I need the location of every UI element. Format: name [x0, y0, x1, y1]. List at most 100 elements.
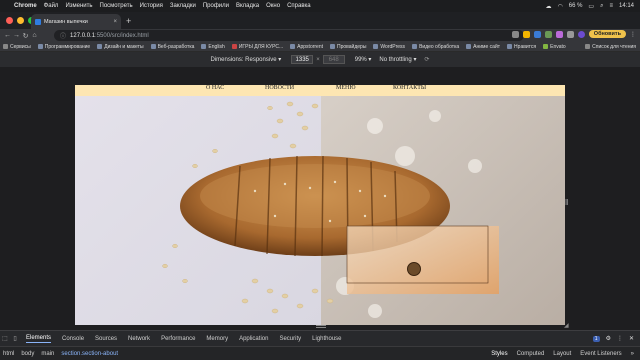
- menu-help[interactable]: Справка: [287, 3, 311, 9]
- extension-icon[interactable]: [544, 30, 552, 38]
- nav-contacts[interactable]: КОНТАКТЫ: [393, 85, 426, 91]
- tab-memory[interactable]: Memory: [206, 336, 228, 342]
- breadcrumb-html[interactable]: html: [3, 351, 14, 357]
- control-center-icon[interactable]: ≡: [609, 3, 613, 9]
- zoom-select[interactable]: 99% ▾: [355, 56, 372, 63]
- search-icon[interactable]: ⌕: [600, 3, 603, 10]
- cloud-icon[interactable]: ☁: [545, 3, 551, 10]
- menu-edit[interactable]: Изменить: [65, 3, 92, 9]
- folder-icon: [412, 44, 418, 49]
- viewport-corner-resize-icon[interactable]: ◢: [564, 322, 569, 329]
- viewport-bottom-resize-handle[interactable]: [316, 325, 326, 328]
- breadcrumb-body[interactable]: body: [21, 351, 34, 357]
- rotate-icon[interactable]: ⟳: [424, 56, 429, 63]
- more-tabs-icon[interactable]: »: [631, 351, 634, 357]
- tab-computed[interactable]: Computed: [517, 351, 545, 357]
- bookmark-folder[interactable]: Аниме сайт: [466, 44, 500, 50]
- new-tab-button[interactable]: +: [126, 16, 131, 26]
- breadcrumb-section[interactable]: section.section-about: [61, 351, 118, 357]
- video-play-button[interactable]: [407, 262, 421, 276]
- toolbar-extensions: Обновить ⋮: [511, 30, 636, 38]
- menu-view[interactable]: Посмотреть: [100, 3, 133, 9]
- battery-icon[interactable]: ▭: [588, 3, 594, 10]
- tab-active[interactable]: Магазин выпечки ×: [31, 14, 121, 29]
- profile-avatar[interactable]: [577, 30, 585, 38]
- reading-list-icon: [585, 44, 591, 49]
- star-bookmark-icon[interactable]: [522, 30, 530, 38]
- bookmark-folder[interactable]: English: [201, 44, 225, 50]
- tab-network[interactable]: Network: [128, 336, 150, 342]
- nav-about[interactable]: О НАС: [206, 85, 224, 91]
- close-devtools-icon[interactable]: ✕: [629, 335, 634, 342]
- dimensions-select[interactable]: Dimensions: Responsive ▾: [211, 56, 282, 63]
- reading-list[interactable]: Список для чтения: [585, 44, 636, 50]
- bookmark-label: Аниме сайт: [473, 43, 501, 50]
- bookmark-item[interactable]: ИГРЫ ДЛЯ КУРС...: [231, 44, 283, 50]
- inspect-element-icon[interactable]: ⬚: [0, 335, 10, 342]
- menu-file[interactable]: Файл: [44, 3, 59, 9]
- back-icon[interactable]: ←: [3, 32, 12, 39]
- width-input[interactable]: 1335: [291, 55, 314, 64]
- menu-window[interactable]: Окно: [266, 3, 280, 9]
- more-options-icon[interactable]: ⋮: [617, 335, 623, 342]
- bookmark-folder[interactable]: Провайдеры: [330, 44, 366, 50]
- nav-menu[interactable]: МЕНЮ: [336, 85, 356, 91]
- bookmark-folder[interactable]: WordPress: [373, 44, 405, 50]
- menu-bookmarks[interactable]: Закладки: [170, 3, 196, 9]
- tab-security[interactable]: Security: [279, 336, 301, 342]
- tab-styles[interactable]: Styles: [491, 351, 507, 357]
- more-menu-icon[interactable]: ⋮: [630, 31, 636, 38]
- bookmark-folder[interactable]: Дизайн и макеты: [97, 43, 144, 50]
- tab-lighthouse[interactable]: Lighthouse: [312, 336, 341, 342]
- bookmark-folder[interactable]: Видео обработка: [412, 44, 459, 50]
- viewport-resize-handle[interactable]: ‖: [565, 198, 571, 210]
- height-input[interactable]: 648: [322, 55, 345, 64]
- wifi-icon[interactable]: ◠: [557, 3, 562, 10]
- game-icon: [231, 44, 237, 49]
- extension-icon[interactable]: [533, 30, 541, 38]
- tab-performance[interactable]: Performance: [161, 336, 195, 342]
- tab-event-listeners[interactable]: Event Listeners: [580, 351, 621, 357]
- site-info-icon[interactable]: ⓘ: [60, 31, 66, 40]
- bookmark-item[interactable]: Сервисы: [3, 44, 31, 50]
- status-area: ☁ ◠ 66 % ▭ ⌕ ≡ 14:14: [545, 3, 640, 10]
- address-bar[interactable]: ⓘ 127.0.0.1 :5500 /src/index.html: [54, 30, 524, 41]
- puzzle-extensions-icon[interactable]: [566, 30, 574, 38]
- nav-news[interactable]: НОВОСТИ: [265, 85, 294, 91]
- tab-strip: Магазин выпечки × +: [0, 12, 640, 29]
- home-icon[interactable]: ⌂: [30, 32, 39, 39]
- hero-bread-image: [75, 96, 565, 325]
- extension-icon[interactable]: [555, 30, 563, 38]
- issues-badge[interactable]: 1: [592, 335, 600, 342]
- tab-console[interactable]: Console: [62, 336, 84, 342]
- close-window-icon[interactable]: [6, 17, 13, 24]
- minimize-window-icon[interactable]: [17, 17, 24, 24]
- tab-sources[interactable]: Sources: [95, 336, 117, 342]
- settings-gear-icon[interactable]: ⚙: [606, 335, 611, 342]
- tab-layout[interactable]: Layout: [553, 351, 571, 357]
- clock[interactable]: 14:14: [619, 3, 634, 9]
- menu-history[interactable]: История: [140, 3, 163, 9]
- devtools-bottom-bar: html body main section.section-about Sty…: [0, 346, 640, 360]
- menu-tab[interactable]: Вкладка: [236, 3, 259, 9]
- device-toggle-icon[interactable]: ▯: [10, 335, 20, 342]
- bookmark-label: Провайдеры: [337, 43, 367, 50]
- bookmark-folder[interactable]: Программирование: [37, 44, 90, 50]
- battery-percent[interactable]: 66 %: [569, 3, 583, 9]
- menu-profiles[interactable]: Профили: [203, 3, 229, 9]
- bookmark-item[interactable]: Envato: [543, 44, 566, 50]
- throttling-select[interactable]: No throttling ▾: [379, 56, 416, 63]
- breadcrumb-main[interactable]: main: [41, 351, 54, 357]
- share-icon[interactable]: [511, 30, 519, 38]
- tab-elements[interactable]: Elements: [26, 335, 52, 343]
- forward-icon[interactable]: →: [12, 32, 21, 39]
- bookmark-folder[interactable]: Appstorrent: [290, 44, 323, 50]
- bookmark-folder[interactable]: Веб-разработка: [150, 44, 194, 50]
- reload-icon[interactable]: ↻: [21, 32, 30, 40]
- update-button[interactable]: Обновить: [588, 30, 626, 38]
- bookmark-label: Дизайн и макеты: [104, 43, 144, 50]
- bookmark-folder[interactable]: Нравится: [507, 44, 536, 50]
- tab-application[interactable]: Application: [239, 336, 268, 342]
- tab-close-icon[interactable]: ×: [113, 19, 117, 25]
- menu-app-name[interactable]: Chrome: [14, 3, 37, 9]
